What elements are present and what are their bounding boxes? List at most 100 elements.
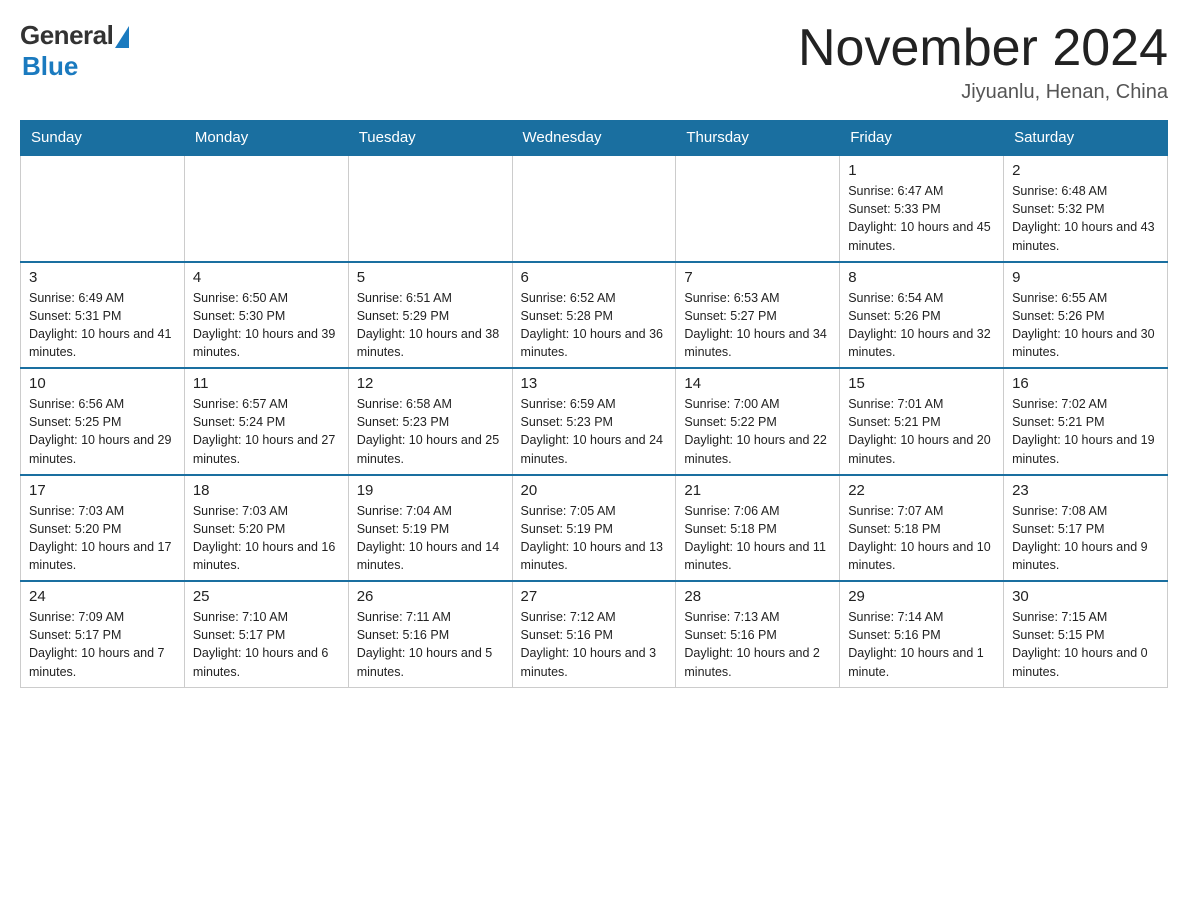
day-number: 13 [521,375,668,392]
table-row [21,155,185,262]
day-info: Sunrise: 7:02 AMSunset: 5:21 PMDaylight:… [1012,395,1159,468]
table-row [348,155,512,262]
day-info: Sunrise: 7:08 AMSunset: 5:17 PMDaylight:… [1012,502,1159,575]
day-number: 12 [357,375,504,392]
day-info: Sunrise: 7:04 AMSunset: 5:19 PMDaylight:… [357,502,504,575]
logo-triangle-icon [115,26,129,48]
day-number: 30 [1012,588,1159,605]
day-info: Sunrise: 6:58 AMSunset: 5:23 PMDaylight:… [357,395,504,468]
day-info: Sunrise: 6:57 AMSunset: 5:24 PMDaylight:… [193,395,340,468]
day-number: 4 [193,269,340,286]
calendar-week-row: 3 Sunrise: 6:49 AMSunset: 5:31 PMDaylight… [21,262,1168,369]
day-info: Sunrise: 7:09 AMSunset: 5:17 PMDaylight:… [29,608,176,681]
table-row: 23 Sunrise: 7:08 AMSunset: 5:17 PMDayligh… [1004,475,1168,582]
logo-general-text: General [20,20,113,51]
table-row: 12 Sunrise: 6:58 AMSunset: 5:23 PMDayligh… [348,368,512,475]
day-number: 29 [848,588,995,605]
table-row: 16 Sunrise: 7:02 AMSunset: 5:21 PMDayligh… [1004,368,1168,475]
calendar-week-row: 24 Sunrise: 7:09 AMSunset: 5:17 PMDayligh… [21,581,1168,687]
table-row: 17Sunrise: 7:03 AMSunset: 5:20 PMDayligh… [21,475,185,582]
table-row: 5 Sunrise: 6:51 AMSunset: 5:29 PMDaylight… [348,262,512,369]
calendar-week-row: 1 Sunrise: 6:47 AMSunset: 5:33 PMDaylight… [21,155,1168,262]
day-number: 23 [1012,482,1159,499]
day-number: 10 [29,375,176,392]
day-number: 2 [1012,162,1159,179]
table-row: 22Sunrise: 7:07 AMSunset: 5:18 PMDayligh… [840,475,1004,582]
day-info: Sunrise: 7:10 AMSunset: 5:17 PMDaylight:… [193,608,340,681]
table-row: 30Sunrise: 7:15 AMSunset: 5:15 PMDayligh… [1004,581,1168,687]
table-row: 4 Sunrise: 6:50 AMSunset: 5:30 PMDaylight… [184,262,348,369]
day-number: 1 [848,162,995,179]
table-row: 21 Sunrise: 7:06 AMSunset: 5:18 PMDayligh… [676,475,840,582]
table-row: 2 Sunrise: 6:48 AMSunset: 5:32 PMDaylight… [1004,155,1168,262]
table-row: 7Sunrise: 6:53 AMSunset: 5:27 PMDaylight… [676,262,840,369]
table-row: 8 Sunrise: 6:54 AMSunset: 5:26 PMDaylight… [840,262,1004,369]
day-info: Sunrise: 6:51 AMSunset: 5:29 PMDaylight:… [357,289,504,362]
day-info: Sunrise: 6:49 AMSunset: 5:31 PMDaylight:… [29,289,176,362]
table-row: 27 Sunrise: 7:12 AMSunset: 5:16 PMDayligh… [512,581,676,687]
table-row: 19 Sunrise: 7:04 AMSunset: 5:19 PMDayligh… [348,475,512,582]
col-sunday: Sunday [21,121,185,156]
table-row [184,155,348,262]
day-info: Sunrise: 7:03 AMSunset: 5:20 PMDaylight:… [193,502,340,575]
day-info: Sunrise: 6:48 AMSunset: 5:32 PMDaylight:… [1012,182,1159,255]
day-info: Sunrise: 7:06 AMSunset: 5:18 PMDaylight:… [684,502,831,575]
day-number: 21 [684,482,831,499]
day-number: 14 [684,375,831,392]
title-area: November 2024 Jiyuanlu, Henan, China [798,20,1168,104]
table-row: 14 Sunrise: 7:00 AMSunset: 5:22 PMDayligh… [676,368,840,475]
table-row: 10 Sunrise: 6:56 AMSunset: 5:25 PMDayligh… [21,368,185,475]
table-row: 15 Sunrise: 7:01 AMSunset: 5:21 PMDayligh… [840,368,1004,475]
day-number: 5 [357,269,504,286]
day-number: 18 [193,482,340,499]
day-number: 16 [1012,375,1159,392]
table-row: 26 Sunrise: 7:11 AMSunset: 5:16 PMDayligh… [348,581,512,687]
table-row: 9 Sunrise: 6:55 AMSunset: 5:26 PMDaylight… [1004,262,1168,369]
day-number: 25 [193,588,340,605]
col-friday: Friday [840,121,1004,156]
day-number: 28 [684,588,831,605]
day-number: 20 [521,482,668,499]
day-info: Sunrise: 6:56 AMSunset: 5:25 PMDaylight:… [29,395,176,468]
day-number: 8 [848,269,995,286]
day-number: 15 [848,375,995,392]
day-info: Sunrise: 7:11 AMSunset: 5:16 PMDaylight:… [357,608,504,681]
day-number: 26 [357,588,504,605]
day-info: Sunrise: 6:55 AMSunset: 5:26 PMDaylight:… [1012,289,1159,362]
day-info: Sunrise: 6:54 AMSunset: 5:26 PMDaylight:… [848,289,995,362]
logo-blue-text: Blue [22,51,78,82]
table-row: 13 Sunrise: 6:59 AMSunset: 5:23 PMDayligh… [512,368,676,475]
day-info: Sunrise: 6:59 AMSunset: 5:23 PMDaylight:… [521,395,668,468]
day-number: 9 [1012,269,1159,286]
calendar-header-row: Sunday Monday Tuesday Wednesday Thursday… [21,121,1168,156]
day-info: Sunrise: 7:01 AMSunset: 5:21 PMDaylight:… [848,395,995,468]
day-info: Sunrise: 7:00 AMSunset: 5:22 PMDaylight:… [684,395,831,468]
table-row: 11Sunrise: 6:57 AMSunset: 5:24 PMDayligh… [184,368,348,475]
col-saturday: Saturday [1004,121,1168,156]
day-number: 24 [29,588,176,605]
day-info: Sunrise: 7:05 AMSunset: 5:19 PMDaylight:… [521,502,668,575]
table-row [512,155,676,262]
month-title: November 2024 [798,20,1168,77]
day-number: 22 [848,482,995,499]
logo: General Blue [20,20,129,82]
col-tuesday: Tuesday [348,121,512,156]
day-number: 27 [521,588,668,605]
day-number: 17 [29,482,176,499]
day-info: Sunrise: 6:47 AMSunset: 5:33 PMDaylight:… [848,182,995,255]
day-info: Sunrise: 6:50 AMSunset: 5:30 PMDaylight:… [193,289,340,362]
day-number: 6 [521,269,668,286]
calendar: Sunday Monday Tuesday Wednesday Thursday… [20,120,1168,688]
table-row: 28Sunrise: 7:13 AMSunset: 5:16 PMDayligh… [676,581,840,687]
day-info: Sunrise: 7:14 AMSunset: 5:16 PMDaylight:… [848,608,995,681]
day-number: 19 [357,482,504,499]
table-row [676,155,840,262]
day-number: 3 [29,269,176,286]
header: General Blue November 2024 Jiyuanlu, Hen… [20,20,1168,104]
day-info: Sunrise: 7:12 AMSunset: 5:16 PMDaylight:… [521,608,668,681]
day-number: 7 [684,269,831,286]
table-row: 25 Sunrise: 7:10 AMSunset: 5:17 PMDayligh… [184,581,348,687]
table-row: 6Sunrise: 6:52 AMSunset: 5:28 PMDaylight… [512,262,676,369]
table-row: 1 Sunrise: 6:47 AMSunset: 5:33 PMDaylight… [840,155,1004,262]
table-row: 29 Sunrise: 7:14 AMSunset: 5:16 PMDayligh… [840,581,1004,687]
